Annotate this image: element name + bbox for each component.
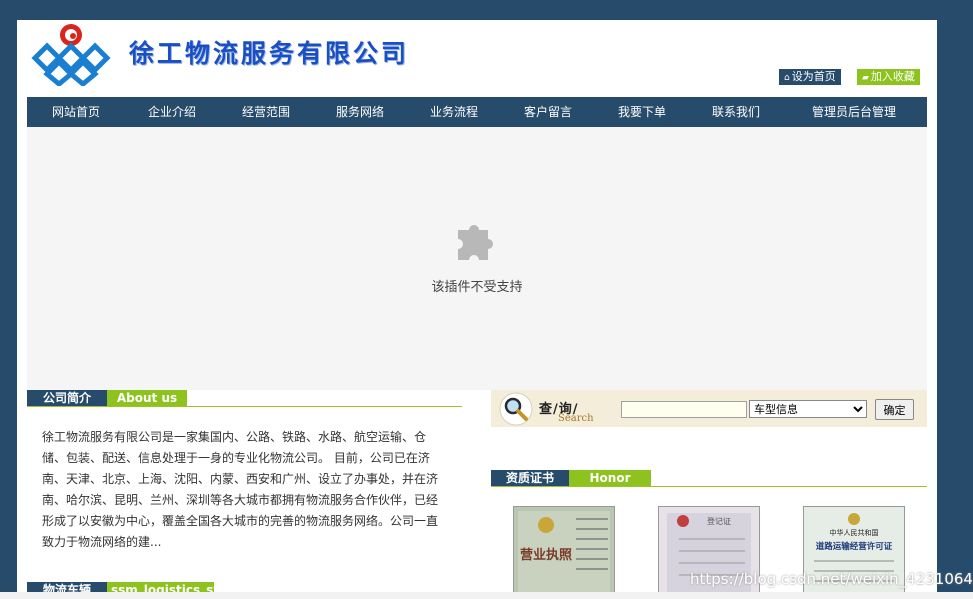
honor-title-en: Honor [569,470,651,486]
search-panel: 查/询/ Search 车型信息 确定 [491,390,927,427]
nav-item-home[interactable]: 网站首页 [27,97,125,127]
cert3-title: 道路运输经营许可证 [816,541,893,552]
set-home-label: 设为首页 [791,70,836,83]
csdn-watermark: https://blog.csdn.net/weixin_42310649 [690,570,973,588]
nav-item-process[interactable]: 业务流程 [407,97,501,127]
plugin-placeholder: 该插件不受支持 [27,127,927,390]
logistics-title-cn: 物流车辆 [27,582,107,592]
nav-item-admin[interactable]: 管理员后台管理 [783,97,925,127]
honor-divider [491,486,927,487]
honor-title-cn: 资质证书 [491,470,569,486]
nav-item-messages[interactable]: 客户留言 [501,97,595,127]
about-title-en: About us [107,390,187,406]
company-name: 徐工物流服务有限公司 [129,39,410,68]
home-icon: ⌂ [784,73,790,83]
nav-item-service-network[interactable]: 服务网络 [313,97,407,127]
nav-item-contact[interactable]: 联系我们 [689,97,783,127]
search-subtitle: Search [558,413,594,424]
magnifier-icon [499,392,533,426]
search-input[interactable] [621,401,747,418]
logistics-title-en: ssm_logistics_sys [107,582,228,592]
cert1-title: 营业执照 [520,547,572,563]
nav-item-order[interactable]: 我要下单 [595,97,689,127]
add-favorite-label: 加入收藏 [870,70,915,83]
vehicle-type-select[interactable]: 车型信息 [749,400,867,418]
cert2-title: 登记证 [707,516,731,526]
nav-item-business-scope[interactable]: 经营范围 [219,97,313,127]
site-header: 徐工物流服务有限公司 ⌂ 设为首页 ▰ 加入收藏 [17,20,937,95]
company-logo[interactable] [27,22,111,86]
plugin-unsupported-message: 该插件不受支持 [431,280,523,295]
about-section-header: 公司简介 About us [27,390,462,408]
set-home-button[interactable]: ⌂ 设为首页 [779,69,841,85]
folder-icon: ▰ [862,73,869,83]
cert3-header: 中华人民共和国 [830,528,879,537]
logistics-section-header: 物流车辆 ssm_logistics_sys [27,582,462,592]
page-body: 徐工物流服务有限公司 ⌂ 设为首页 ▰ 加入收藏 网站首页 企业介绍 经营范围 服务… [17,20,937,592]
about-title-cn: 公司简介 [27,390,107,406]
about-divider [27,406,462,407]
nav-item-company[interactable]: 企业介绍 [125,97,219,127]
about-text: 徐工物流服务有限公司是一家集国内、公路、铁路、水路、航空运输、仓储、包装、配送、… [42,430,439,549]
main-nav: 网站首页 企业介绍 经营范围 服务网络 业务流程 客户留言 我要下单 联系我们 … [27,97,927,127]
honor-section-header: 资质证书 Honor [491,470,927,488]
add-favorite-button[interactable]: ▰ 加入收藏 [857,69,920,85]
search-confirm-button[interactable]: 确定 [875,399,914,420]
certificate-business-license[interactable]: 营业执照 [513,506,615,592]
bottom-strip [0,592,973,599]
puzzle-piece-icon [458,225,493,260]
